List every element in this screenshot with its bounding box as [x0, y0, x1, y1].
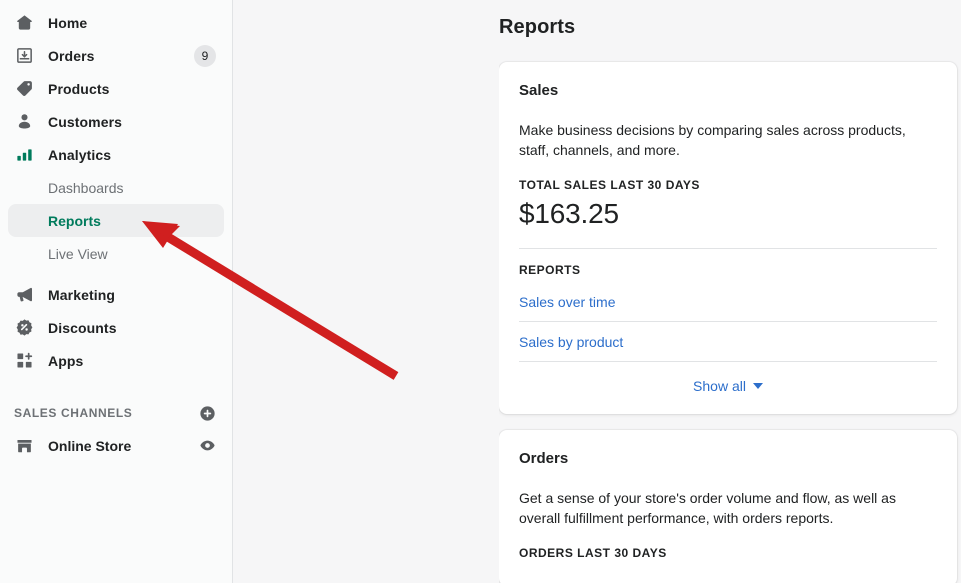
- report-link-sales-by-product[interactable]: Sales by product: [519, 322, 937, 362]
- customer-person-icon: [14, 112, 34, 132]
- sidebar-item-orders[interactable]: Orders 9: [8, 39, 224, 72]
- page-title: Reports: [499, 16, 576, 38]
- stat-value: $163.25: [519, 198, 619, 229]
- sidebar-subitem-label: Reports: [48, 212, 101, 229]
- sales-report-card: Sales Make business decisions by compari…: [499, 62, 957, 414]
- show-all-container: Show all: [519, 362, 937, 394]
- sidebar-subitem-label: Live View: [48, 245, 108, 262]
- card-title: Sales: [519, 82, 559, 99]
- report-link-sales-over-time[interactable]: Sales over time: [519, 289, 937, 322]
- sidebar-item-label: Home: [48, 14, 88, 31]
- storefront-icon: [14, 436, 34, 456]
- sidebar-item-label: Apps: [48, 352, 84, 369]
- sidebar-item-label: Analytics: [48, 146, 112, 163]
- sidebar-item-products[interactable]: Products: [8, 72, 224, 105]
- orders-count-badge: 9: [194, 44, 216, 67]
- chevron-down-icon: [752, 383, 763, 389]
- sales-channels-heading: SALES CHANNELS: [14, 406, 133, 420]
- sidebar-item-discounts[interactable]: Discounts: [8, 311, 224, 344]
- sidebar-item-label: Customers: [48, 113, 123, 130]
- card-divider: [519, 248, 937, 249]
- discount-badge-icon: [14, 318, 34, 338]
- sidebar-item-customers[interactable]: Customers: [8, 105, 224, 138]
- show-all-label: Show all: [693, 378, 746, 394]
- sidebar-subitem-dashboards[interactable]: Dashboards: [8, 171, 224, 204]
- sidebar-item-label: Products: [48, 80, 110, 97]
- stat-label: ORDERS LAST 30 DAYS: [519, 546, 667, 560]
- shopify-admin-window: Home Orders 9 Products Customers Analyti…: [0, 0, 961, 583]
- sidebar-navigation: Home Orders 9 Products Customers Analyti…: [0, 0, 233, 583]
- stat-label: TOTAL SALES LAST 30 DAYS: [519, 178, 700, 192]
- product-tag-icon: [14, 79, 34, 99]
- eye-view-icon[interactable]: [199, 437, 216, 454]
- card-description: Make business decisions by comparing sal…: [519, 122, 906, 158]
- home-icon: [14, 13, 34, 33]
- sidebar-item-label: Marketing: [48, 286, 116, 303]
- orders-report-card: Orders Get a sense of your store's order…: [499, 430, 957, 583]
- sidebar-item-apps[interactable]: Apps: [8, 344, 224, 377]
- sidebar-item-label: Orders: [48, 47, 95, 64]
- sidebar-subitem-live-view[interactable]: Live View: [8, 237, 224, 270]
- sidebar-item-analytics[interactable]: Analytics: [8, 138, 224, 171]
- sidebar-subitem-reports[interactable]: Reports: [8, 204, 224, 237]
- show-all-button[interactable]: Show all: [693, 378, 763, 394]
- megaphone-icon: [14, 285, 34, 305]
- orders-inbox-icon: [14, 46, 34, 66]
- card-title: Orders: [519, 450, 569, 467]
- sidebar-item-label: Discounts: [48, 319, 117, 336]
- analytics-bars-icon: [14, 145, 34, 165]
- sidebar-item-marketing[interactable]: Marketing: [8, 278, 224, 311]
- sidebar-item-online-store[interactable]: Online Store: [8, 429, 224, 462]
- reports-section-label: REPORTS: [519, 263, 581, 277]
- sales-channels-section-header: SALES CHANNELS: [8, 397, 224, 429]
- content-left-gutter: [233, 0, 499, 583]
- card-description: Get a sense of your store's order volume…: [519, 490, 896, 526]
- main-content: Reports Sales Make business decisions by…: [499, 0, 961, 583]
- apps-grid-plus-icon: [14, 351, 34, 371]
- sidebar-item-home[interactable]: Home: [8, 6, 224, 39]
- sidebar-subitem-label: Dashboards: [48, 179, 124, 196]
- plus-circle-icon[interactable]: [199, 405, 216, 422]
- sidebar-item-label: Online Store: [48, 437, 132, 454]
